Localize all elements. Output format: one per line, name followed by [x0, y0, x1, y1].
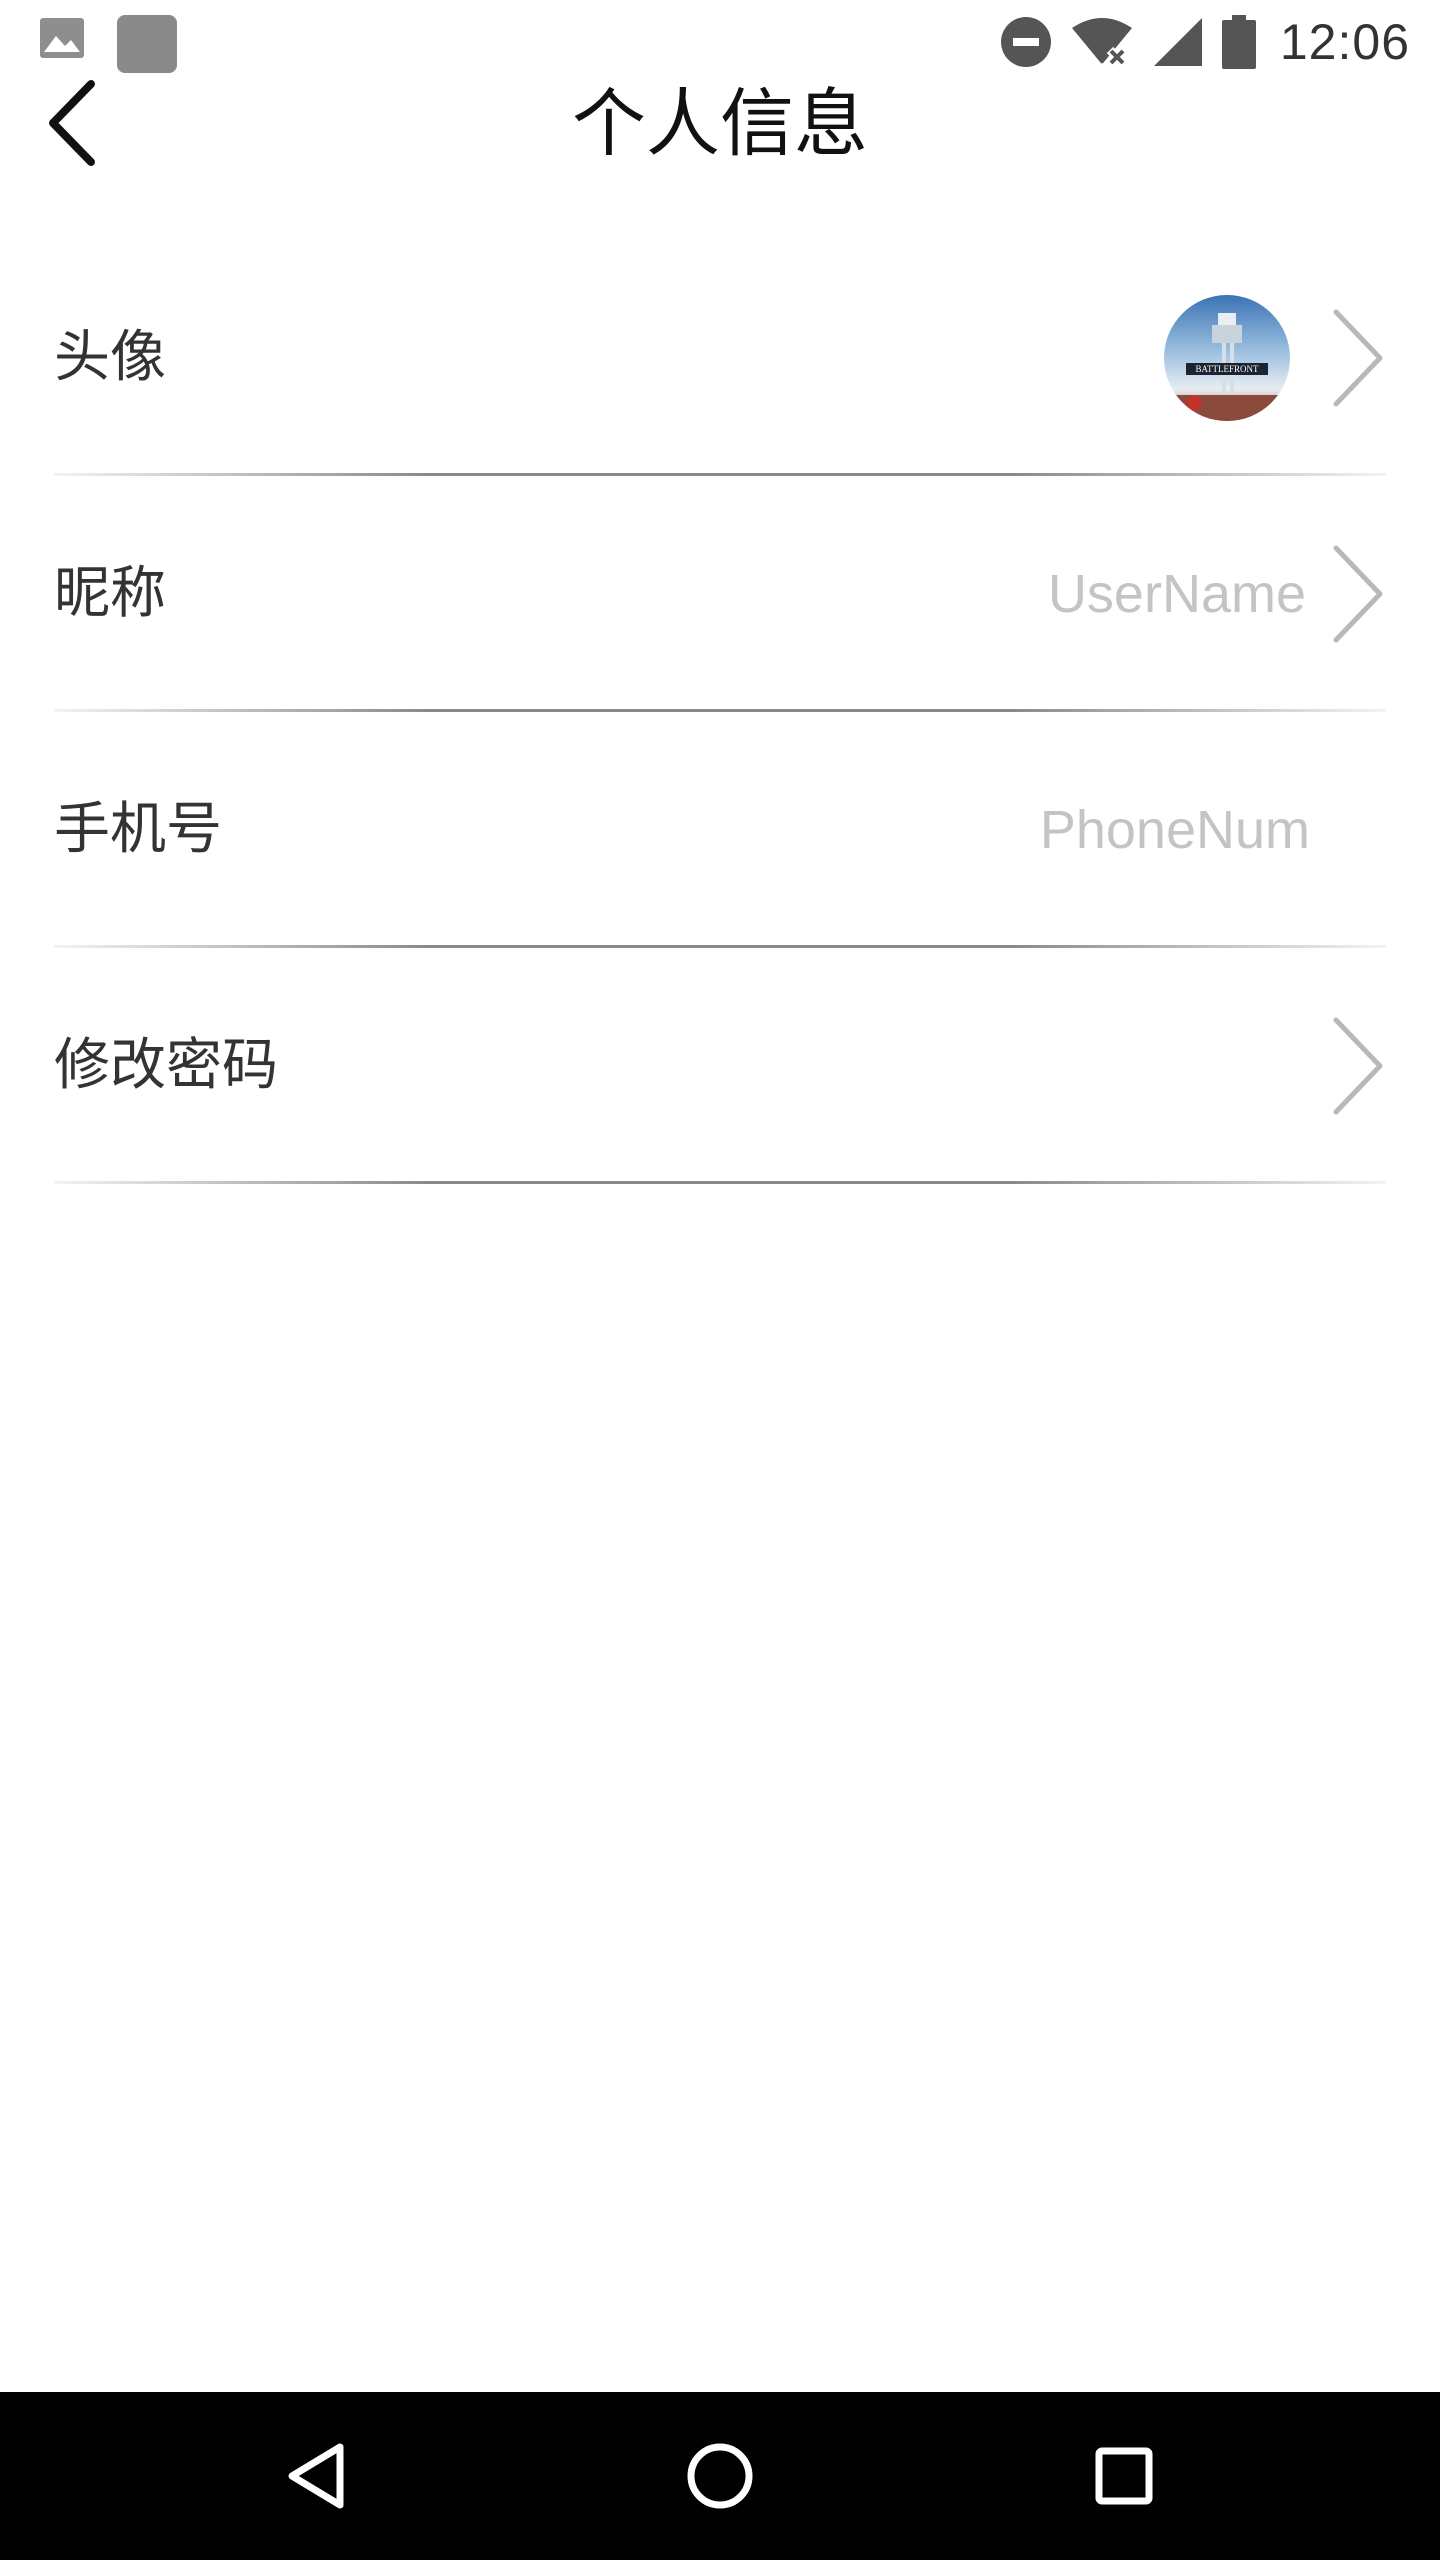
nav-home-button[interactable] [670, 2426, 770, 2526]
avatar-row[interactable]: 头像 BATTLEFRONT [0, 240, 1440, 476]
nav-back-button[interactable] [266, 2426, 366, 2526]
change-password-label: 修改密码 [54, 1033, 278, 1098]
avatar[interactable]: BATTLEFRONT [1164, 295, 1290, 421]
nav-recents-button[interactable] [1074, 2426, 1174, 2526]
change-password-row[interactable]: 修改密码 [0, 948, 1440, 1184]
phone-value: PhoneNum [1039, 800, 1310, 860]
header: 个人信息 [0, 60, 1440, 188]
page-title: 个人信息 [572, 81, 868, 167]
nickname-value: UserName [1047, 564, 1306, 624]
recents-square-icon [1095, 2447, 1153, 2505]
phone-row: 手机号 PhoneNum [0, 712, 1440, 948]
phone-label: 手机号 [54, 797, 222, 862]
back-triangle-icon [288, 2443, 344, 2509]
home-circle-icon [687, 2443, 753, 2509]
row-divider [54, 1181, 1386, 1184]
avatar-image: BATTLEFRONT [1164, 295, 1290, 421]
image-notification-icon [40, 18, 84, 58]
navigation-bar [0, 2392, 1440, 2560]
chevron-right-icon [1333, 1017, 1383, 1115]
avatar-label: 头像 [54, 325, 166, 390]
svg-text:BATTLEFRONT: BATTLEFRONT [1196, 364, 1260, 374]
nickname-label: 昵称 [54, 561, 166, 626]
settings-list: 头像 BATTLEFRONT 昵称 UserName 手机号 PhoneNum … [0, 240, 1440, 1184]
nickname-row[interactable]: 昵称 UserName [0, 476, 1440, 712]
chevron-right-icon [1333, 545, 1383, 643]
chevron-right-icon [1333, 309, 1383, 407]
